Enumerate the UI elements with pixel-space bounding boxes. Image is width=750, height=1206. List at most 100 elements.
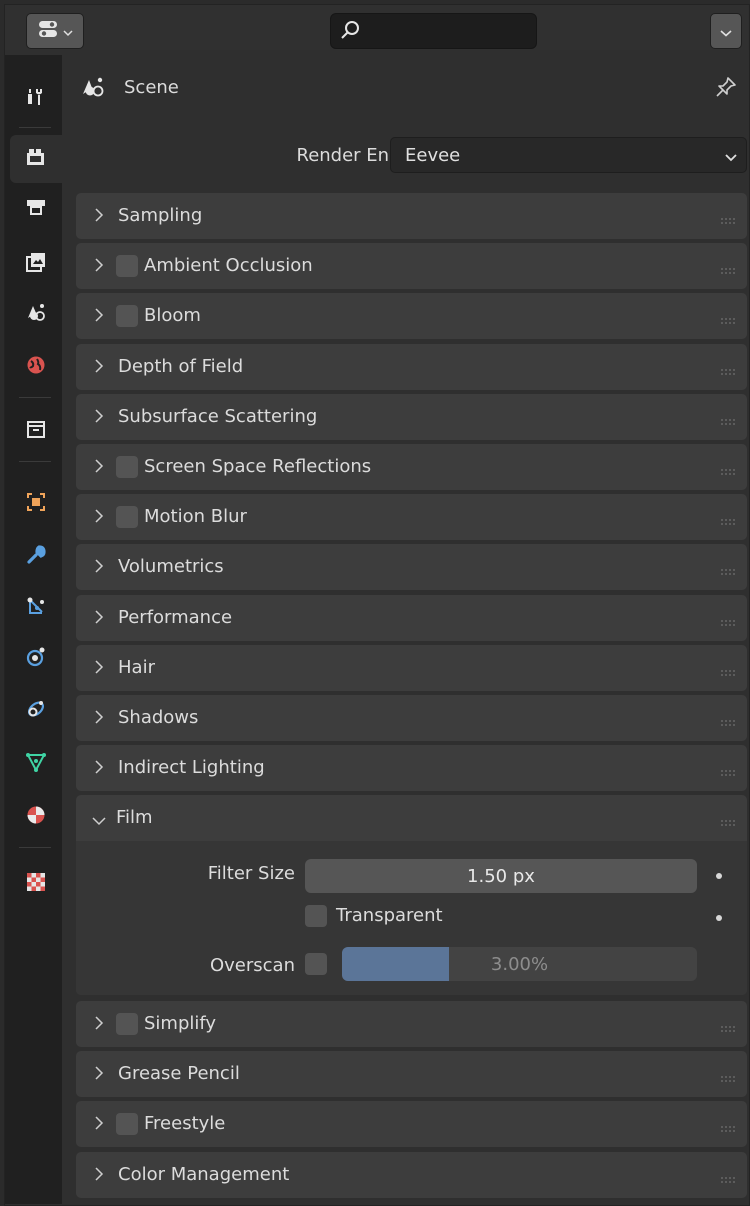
- panel-header[interactable]: Depth of Field: [76, 343, 747, 390]
- drag-grip-icon[interactable]: [721, 763, 737, 782]
- render-engine-dropdown[interactable]: Eevee: [390, 137, 747, 173]
- panel-header[interactable]: Motion Blur: [76, 494, 747, 541]
- mesh-data-icon: [25, 751, 47, 777]
- panel-enable-checkbox[interactable]: [116, 255, 138, 278]
- panel-header[interactable]: Bloom: [76, 293, 747, 340]
- chevron-right-icon: [94, 207, 104, 226]
- printer-icon: [25, 196, 47, 222]
- chevron-right-icon: [94, 458, 104, 477]
- drag-grip-icon[interactable]: [721, 1170, 737, 1189]
- panel-title: Depth of Field: [118, 355, 244, 377]
- film-panel-header[interactable]: Film: [76, 795, 747, 841]
- panel-header[interactable]: Sampling: [76, 193, 747, 239]
- drag-grip-icon[interactable]: [721, 813, 737, 832]
- panel-title: Subsurface Scattering: [118, 405, 318, 427]
- panel-enable-checkbox[interactable]: [116, 305, 138, 328]
- panel-header[interactable]: Freestyle: [76, 1101, 747, 1148]
- tool-icon: [25, 86, 47, 112]
- panel-header[interactable]: Hair: [76, 644, 747, 691]
- panel-header[interactable]: Simplify: [76, 1001, 747, 1047]
- render-tab[interactable]: [10, 135, 62, 183]
- scene-tab[interactable]: [10, 290, 62, 338]
- data-tab[interactable]: [10, 740, 62, 788]
- drag-grip-icon[interactable]: [721, 362, 737, 381]
- drag-grip-icon[interactable]: [721, 211, 737, 230]
- texture-tab[interactable]: [10, 860, 62, 908]
- drag-grip-icon[interactable]: [721, 1069, 737, 1088]
- chevron-right-icon: [94, 609, 104, 628]
- chevron-right-icon: [94, 257, 104, 276]
- drag-grip-icon[interactable]: [721, 311, 737, 330]
- panel-title: Simplify: [144, 1013, 217, 1034]
- panel-header[interactable]: Grease Pencil: [76, 1051, 747, 1098]
- panel-title: Film: [116, 807, 153, 828]
- panel-header[interactable]: Screen Space Reflections: [76, 444, 747, 490]
- constraint-icon: [25, 698, 47, 724]
- panel-enable-checkbox[interactable]: [116, 1113, 138, 1136]
- overscan-checkbox[interactable]: [305, 953, 327, 975]
- search-icon: [339, 19, 361, 45]
- filter-size-field[interactable]: 1.50 px: [305, 859, 697, 893]
- modifiers-tab[interactable]: [10, 533, 62, 581]
- particles-tab[interactable]: [10, 585, 62, 633]
- drag-grip-icon[interactable]: [721, 1119, 737, 1138]
- material-icon: [25, 804, 47, 830]
- camera-back-icon: [25, 146, 47, 172]
- panel-header[interactable]: Volumetrics: [76, 544, 747, 591]
- drag-grip-icon[interactable]: [721, 663, 737, 682]
- panel-title: Color Management: [118, 1163, 290, 1185]
- panel-header[interactable]: Shadows: [76, 695, 747, 741]
- material-tab[interactable]: [10, 793, 62, 841]
- drag-grip-icon[interactable]: [721, 713, 737, 732]
- film-panel: Film Filter Size 1.50 px Transparent Ove…: [76, 795, 747, 995]
- separator: [19, 397, 51, 398]
- pin-icon[interactable]: [714, 75, 738, 103]
- animate-property-dot[interactable]: [716, 873, 722, 879]
- search-box[interactable]: [330, 13, 537, 49]
- drag-grip-icon[interactable]: [721, 261, 737, 280]
- view-layer-tab[interactable]: [10, 240, 62, 288]
- filter-size-label: Filter Size: [207, 863, 295, 884]
- properties-main: Scene Render Engine Eevee Sampling Ambien…: [62, 55, 748, 1204]
- panel-title: Shadows: [118, 707, 199, 728]
- chevron-right-icon: [94, 709, 104, 728]
- chevron-right-icon: [94, 508, 104, 527]
- chevron-right-icon: [94, 307, 104, 326]
- panel-header[interactable]: Color Management: [76, 1151, 747, 1198]
- panel-header[interactable]: Indirect Lighting: [76, 745, 747, 792]
- drag-grip-icon[interactable]: [721, 613, 737, 632]
- animate-property-dot[interactable]: [716, 915, 722, 921]
- separator: [19, 127, 51, 128]
- panel-title: Indirect Lighting: [118, 757, 265, 779]
- tool-tab[interactable]: [10, 75, 62, 123]
- panel-header[interactable]: Ambient Occlusion: [76, 243, 747, 290]
- options-dropdown-button[interactable]: [710, 13, 742, 49]
- output-tab[interactable]: [10, 185, 62, 233]
- editor-type-button[interactable]: [26, 13, 84, 49]
- object-tab[interactable]: [10, 480, 62, 528]
- transparent-label: Transparent: [336, 905, 443, 926]
- world-tab[interactable]: [10, 343, 62, 391]
- drag-grip-icon[interactable]: [721, 412, 737, 431]
- world-icon: [25, 354, 47, 380]
- drag-grip-icon[interactable]: [721, 512, 737, 531]
- filter-size-value: 1.50 px: [467, 865, 535, 887]
- panel-enable-checkbox[interactable]: [116, 1013, 138, 1035]
- physics-tab[interactable]: [10, 635, 62, 683]
- panel-enable-checkbox[interactable]: [116, 456, 138, 478]
- panel-header[interactable]: Subsurface Scattering: [76, 393, 747, 440]
- search-input[interactable]: [367, 18, 531, 44]
- drag-grip-icon[interactable]: [721, 1019, 737, 1038]
- panel-header[interactable]: Performance: [76, 594, 747, 641]
- collection-tab[interactable]: [10, 407, 62, 455]
- chevron-right-icon: [94, 558, 104, 577]
- panel-enable-checkbox[interactable]: [116, 506, 138, 529]
- scene-icon: [80, 75, 106, 103]
- drag-grip-icon[interactable]: [721, 562, 737, 581]
- constraints-tab[interactable]: [10, 687, 62, 735]
- wrench-icon: [25, 544, 47, 570]
- drag-grip-icon[interactable]: [721, 462, 737, 481]
- properties-tab-bar: [5, 55, 62, 1204]
- transparent-checkbox[interactable]: [305, 905, 327, 927]
- overscan-slider[interactable]: 3.00%: [342, 947, 697, 981]
